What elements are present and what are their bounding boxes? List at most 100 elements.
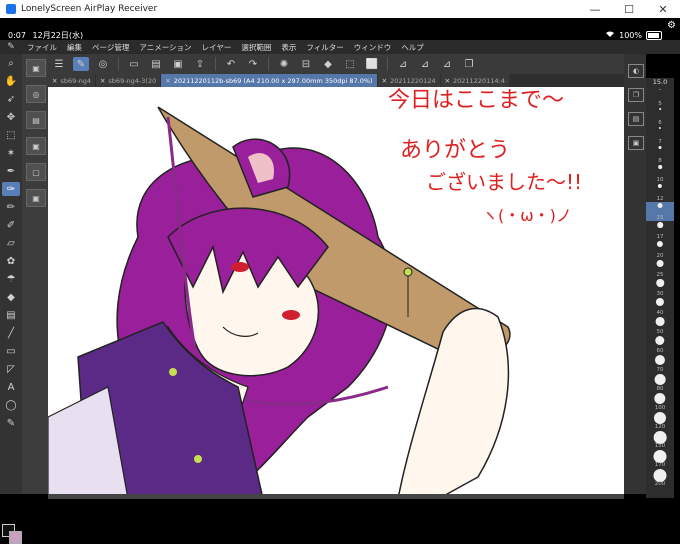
- drawing-canvas[interactable]: 今日はここまで〜 ありがとう ございました〜!! ヽ(・ω・)ノ: [48, 87, 624, 499]
- subtool-1[interactable]: ▣: [26, 59, 46, 77]
- guide-icon[interactable]: ⊿: [417, 57, 433, 71]
- brush-size-preset[interactable]: 30: [646, 278, 674, 297]
- brush-size-preset[interactable]: 20: [646, 240, 674, 259]
- document-tabs: ✕ sb69-ng4 ✕ sb69-ng4-3(20 ✕ 20211220112b-s…: [48, 74, 624, 87]
- brush-size-preset[interactable]: 10: [646, 164, 674, 183]
- menu-file[interactable]: ファイル: [22, 42, 62, 53]
- selection-icon[interactable]: ⬚: [2, 128, 20, 142]
- ruler-tool-icon[interactable]: ◸: [2, 362, 20, 376]
- tab-doc-2[interactable]: ✕ sb69-ng4-3(20: [95, 74, 161, 87]
- magic-wand-icon[interactable]: ✶: [2, 146, 20, 160]
- text-icon[interactable]: A: [2, 380, 20, 394]
- color-panel-icon[interactable]: ◐: [628, 64, 644, 78]
- close-tab-icon[interactable]: ✕: [52, 77, 57, 85]
- minimize-button[interactable]: —: [578, 0, 612, 18]
- subtool-3[interactable]: ▤: [26, 111, 46, 129]
- select-icon[interactable]: ⬚: [342, 57, 358, 71]
- tab-doc-4[interactable]: ✕ 20211220124: [377, 74, 440, 87]
- status-date: 12月22日(水): [32, 31, 84, 40]
- edit-tool-icon[interactable]: ✎: [73, 57, 89, 71]
- pen-icon[interactable]: ✑: [2, 182, 20, 196]
- fill-tool-icon[interactable]: ◆: [2, 290, 20, 304]
- redo-icon[interactable]: ↷: [245, 57, 261, 71]
- brush-size-preset[interactable]: 12: [646, 183, 674, 202]
- brush-size-preset[interactable]: 25: [646, 259, 674, 278]
- menu-layer[interactable]: レイヤー: [197, 42, 237, 53]
- property-panel-icon[interactable]: ▤: [628, 112, 644, 126]
- open-file-icon[interactable]: ▤: [148, 57, 164, 71]
- command-bar: ☰ ✎ ◎ ▭ ▤ ▣ ⇪ ↶ ↷ ✺ ⊟ ◆ ⬚ ⬜ ⊿ ⊿ ⊿ ❐: [48, 54, 624, 74]
- new-file-icon[interactable]: ▭: [126, 57, 142, 71]
- close-tab-icon[interactable]: ✕: [100, 77, 105, 85]
- brush-size-preset[interactable]: 120: [646, 411, 674, 430]
- layer-panel-icon[interactable]: ❐: [628, 88, 644, 102]
- brush-size-preset[interactable]: 40: [646, 297, 674, 316]
- navigator-panel-icon[interactable]: ▣: [628, 136, 644, 150]
- pencil-icon[interactable]: ✏: [2, 200, 20, 214]
- crop-icon[interactable]: ⬜: [364, 57, 380, 71]
- perspective-icon[interactable]: ⊿: [439, 57, 455, 71]
- move-icon[interactable]: ✥: [2, 110, 20, 124]
- brush-size-preset[interactable]: 60: [646, 335, 674, 354]
- hand-icon[interactable]: ✋: [2, 74, 20, 88]
- tab-doc-5[interactable]: ✕ 20211220114:4: [440, 74, 509, 87]
- close-button[interactable]: ✕: [646, 0, 680, 18]
- gradient-icon[interactable]: ▤: [2, 308, 20, 322]
- brush-size-preset[interactable]: 8: [646, 145, 674, 164]
- brush-size-preset[interactable]: 200: [646, 468, 674, 487]
- menu-animation[interactable]: アニメーション: [134, 42, 196, 53]
- brush-size-preset[interactable]: 50: [646, 316, 674, 335]
- menu-edit[interactable]: 編集: [62, 42, 87, 53]
- brush-size-preset[interactable]: 100: [646, 392, 674, 411]
- decoration-icon[interactable]: ✿: [2, 254, 20, 268]
- clip-studio-logo-icon[interactable]: ✎: [0, 42, 22, 52]
- brush-size-preset[interactable]: 6: [646, 107, 674, 126]
- maximize-button[interactable]: ☐: [612, 0, 646, 18]
- brush-icon[interactable]: ✐: [2, 218, 20, 232]
- export-icon[interactable]: ⇪: [192, 57, 208, 71]
- save-icon[interactable]: ▣: [170, 57, 186, 71]
- menu-filter[interactable]: フィルター: [301, 42, 348, 53]
- subtool-5[interactable]: ▢: [26, 163, 46, 181]
- subtool-6[interactable]: ▣: [26, 189, 46, 207]
- brush-size-preset[interactable]: 70: [646, 354, 674, 373]
- correction-icon[interactable]: ✎: [2, 416, 20, 430]
- eraser-icon[interactable]: ▱: [2, 236, 20, 250]
- brush-size-preset[interactable]: 80: [646, 373, 674, 392]
- operation-icon[interactable]: ➶: [2, 92, 20, 106]
- figure-icon[interactable]: ╱: [2, 326, 20, 340]
- zoom-icon[interactable]: ⌕: [2, 56, 20, 70]
- subtool-4[interactable]: ▣: [26, 137, 46, 155]
- menu-window[interactable]: ウィンドウ: [349, 42, 397, 53]
- menu-selection[interactable]: 選択範囲: [236, 42, 276, 53]
- hamburger-icon[interactable]: ☰: [51, 57, 67, 71]
- tab-doc-3[interactable]: ✕ 20211220112b-sb69 (A4 210.00 x 297.00mm…: [161, 74, 377, 87]
- clear-icon[interactable]: ⊟: [298, 57, 314, 71]
- layers-icon[interactable]: ❐: [461, 57, 477, 71]
- brush-size-preset[interactable]: 150: [646, 430, 674, 449]
- menu-help[interactable]: ヘルプ: [396, 42, 429, 53]
- menu-page[interactable]: ページ管理: [87, 42, 134, 53]
- tab-doc-1[interactable]: ✕ sb69-ng4: [48, 74, 95, 87]
- eyedropper-icon[interactable]: ✒: [2, 164, 20, 178]
- gear-icon[interactable]: ⚙: [667, 20, 676, 31]
- close-tab-icon[interactable]: ✕: [445, 77, 450, 85]
- subtool-2[interactable]: ◎: [26, 85, 46, 103]
- brush-size-preset[interactable]: 7: [646, 126, 674, 145]
- brush-size-preset[interactable]: 5: [646, 88, 674, 107]
- frame-icon[interactable]: ▭: [2, 344, 20, 358]
- undo-icon[interactable]: ↶: [223, 57, 239, 71]
- fill-icon[interactable]: ◆: [320, 57, 336, 71]
- sub-color-swatch[interactable]: [9, 531, 22, 544]
- brush-size-preset[interactable]: 170: [646, 449, 674, 468]
- canvas-icon[interactable]: ◎: [95, 57, 111, 71]
- brush-size-preset[interactable]: 15: [646, 202, 674, 221]
- menu-view[interactable]: 表示: [276, 42, 301, 53]
- loading-icon[interactable]: ✺: [276, 57, 292, 71]
- balloon-icon[interactable]: ◯: [2, 398, 20, 412]
- blend-icon[interactable]: ☂: [2, 272, 20, 286]
- brush-size-preset[interactable]: 17: [646, 221, 674, 240]
- close-tab-icon[interactable]: ✕: [382, 77, 387, 85]
- ruler-icon[interactable]: ⊿: [395, 57, 411, 71]
- close-tab-icon[interactable]: ✕: [165, 77, 170, 85]
